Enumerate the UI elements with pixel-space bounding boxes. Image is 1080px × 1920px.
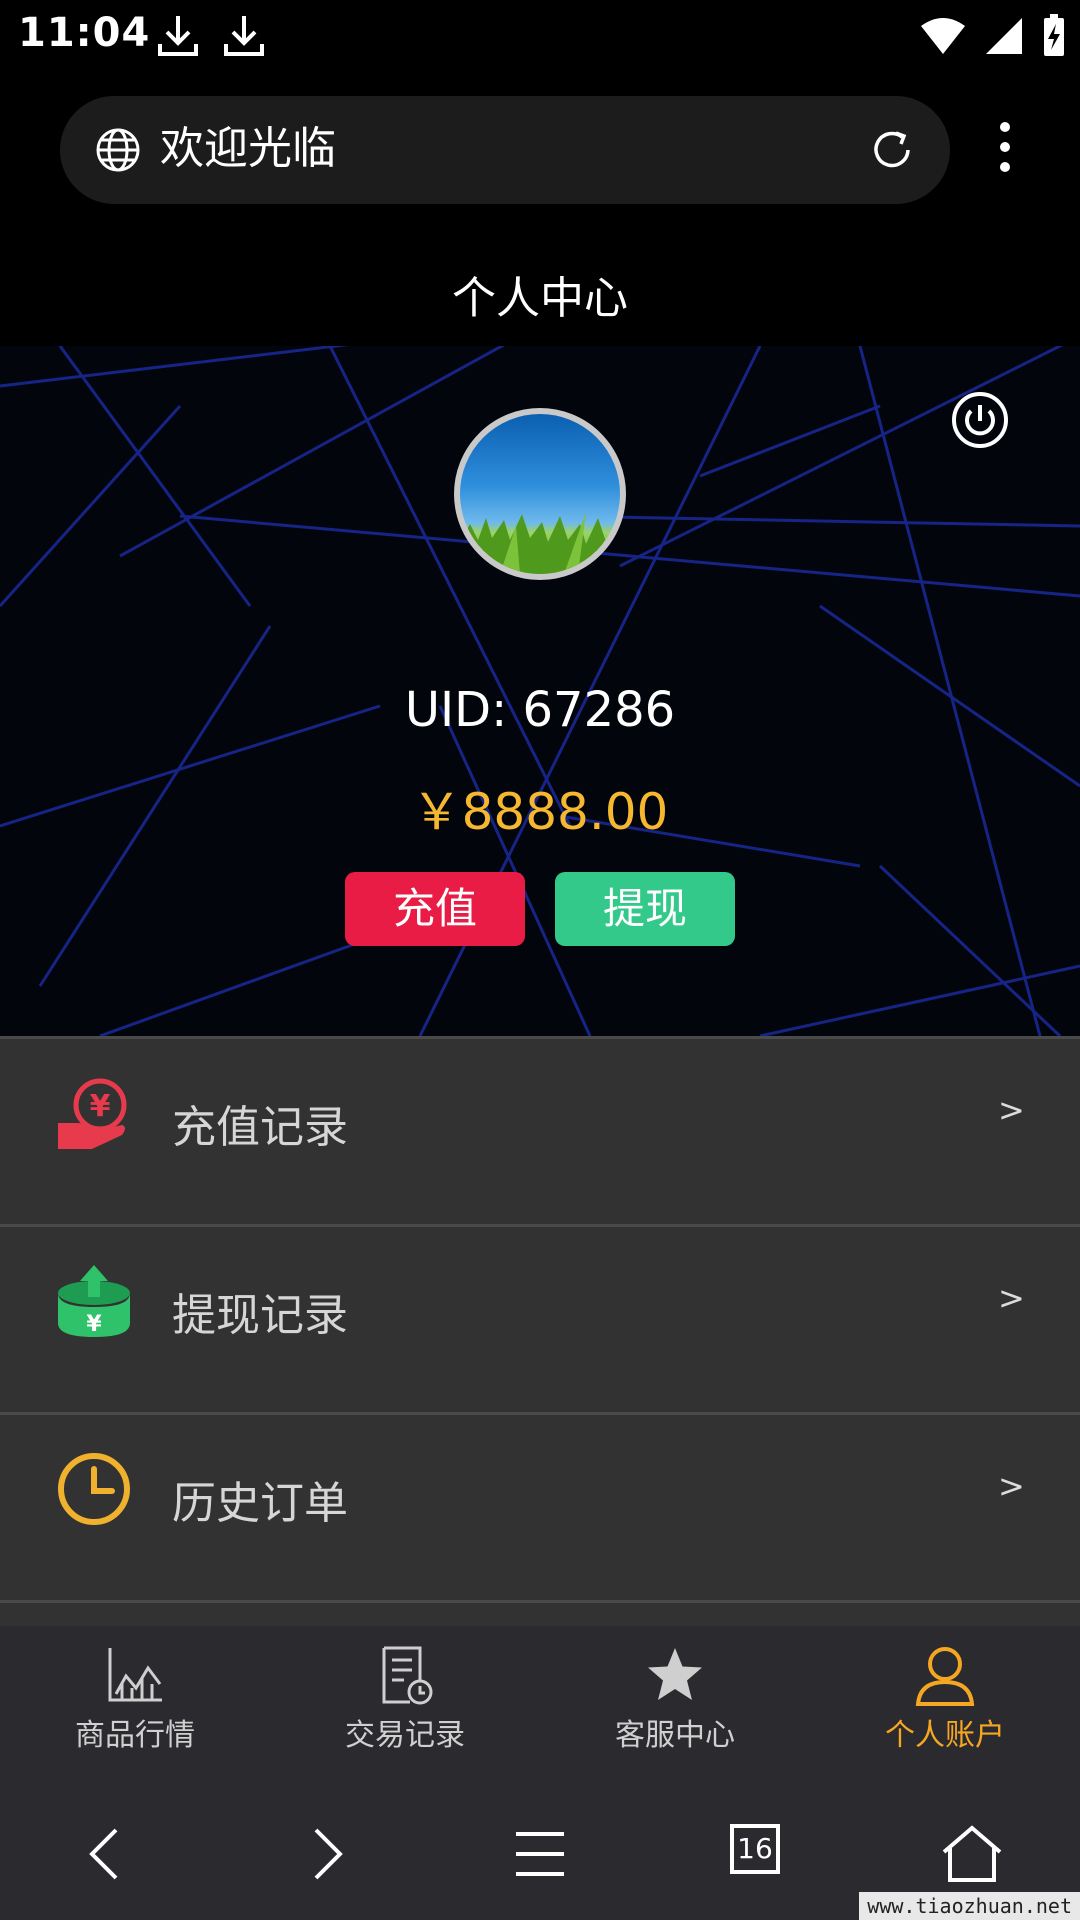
home-icon[interactable] <box>936 1818 1008 1890</box>
grass-image <box>460 512 620 574</box>
svg-text:¥: ¥ <box>90 1089 111 1124</box>
download-icon <box>158 16 198 56</box>
recharge-button[interactable]: 充值 <box>345 872 525 946</box>
menu-item-label: 充值记录 <box>172 1102 348 1153</box>
menu-item-recharge-records[interactable]: ¥ 充值记录 > <box>0 1036 1080 1224</box>
back-icon[interactable] <box>70 1818 142 1890</box>
browser-toolbar: 欢迎光临 <box>0 74 1080 226</box>
svg-text:¥: ¥ <box>86 1312 102 1337</box>
status-bar: 11:04 <box>0 0 1080 74</box>
status-time: 11:04 <box>18 10 151 56</box>
document-clock-icon <box>382 1646 433 1705</box>
address-bar[interactable]: 欢迎光临 <box>60 96 950 204</box>
browser-nav-bar: 16 www.tiaozhuan.net <box>0 1784 1080 1920</box>
page-title: 个人中心 <box>452 273 628 324</box>
cellular-signal-icon <box>986 18 1022 54</box>
battery-charging-icon <box>1044 14 1064 56</box>
tab-label: 交易记录 <box>345 1718 465 1753</box>
person-icon <box>915 1647 975 1706</box>
globe-icon <box>96 128 140 172</box>
download-icon <box>224 16 264 56</box>
menu-divider <box>0 1600 1080 1626</box>
address-bar-text: 欢迎光临 <box>160 123 336 174</box>
chevron-right-icon: > <box>998 1279 1025 1317</box>
menu-item-label: 提现记录 <box>172 1290 348 1341</box>
page-header: 个人中心 <box>0 226 1080 346</box>
tab-label: 商品行情 <box>75 1718 195 1753</box>
tab-market[interactable]: 商品行情 <box>0 1644 270 1764</box>
forward-icon[interactable] <box>290 1818 362 1890</box>
tabs-count-button[interactable]: 16 <box>730 1824 780 1874</box>
chart-icon <box>108 1648 162 1702</box>
avatar[interactable] <box>454 408 626 580</box>
withdraw-button[interactable]: 提现 <box>555 872 735 946</box>
clock-icon <box>58 1453 130 1525</box>
menu-item-order-history[interactable]: 历史订单 > <box>0 1412 1080 1600</box>
tab-label: 客服中心 <box>615 1718 735 1753</box>
more-options-icon[interactable] <box>985 122 1025 182</box>
menu-icon[interactable] <box>504 1818 576 1890</box>
tab-personal-account[interactable]: 个人账户 <box>810 1644 1080 1764</box>
user-id: UID: 67286 <box>404 682 676 738</box>
wifi-icon <box>921 18 965 54</box>
profile-hero: UID: 67286 ￥8888.00 充值 提现 <box>0 346 1080 1036</box>
withdraw-box-arrow-icon: ¥ <box>58 1265 130 1337</box>
tab-label: 个人账户 <box>885 1718 1005 1753</box>
chevron-right-icon: > <box>998 1091 1025 1129</box>
tab-trade-records[interactable]: 交易记录 <box>270 1644 540 1764</box>
star-icon <box>648 1648 702 1700</box>
recharge-hand-yen-icon: ¥ <box>58 1078 127 1149</box>
account-menu: ¥ 充值记录 > ¥ 提现记录 > 历史订单 > <box>0 1036 1080 1626</box>
bottom-tab-bar: 商品行情 交易记录 客服中心 个人账户 <box>0 1626 1080 1784</box>
menu-item-label: 历史订单 <box>172 1478 348 1529</box>
menu-item-withdraw-records[interactable]: ¥ 提现记录 > <box>0 1224 1080 1412</box>
reload-icon[interactable] <box>866 124 918 176</box>
chevron-right-icon: > <box>998 1467 1025 1505</box>
logout-power-icon[interactable] <box>950 390 1010 450</box>
watermark-text: www.tiaozhuan.net <box>859 1892 1080 1920</box>
account-balance: ￥8888.00 <box>411 783 669 841</box>
tab-customer-service[interactable]: 客服中心 <box>540 1644 810 1764</box>
